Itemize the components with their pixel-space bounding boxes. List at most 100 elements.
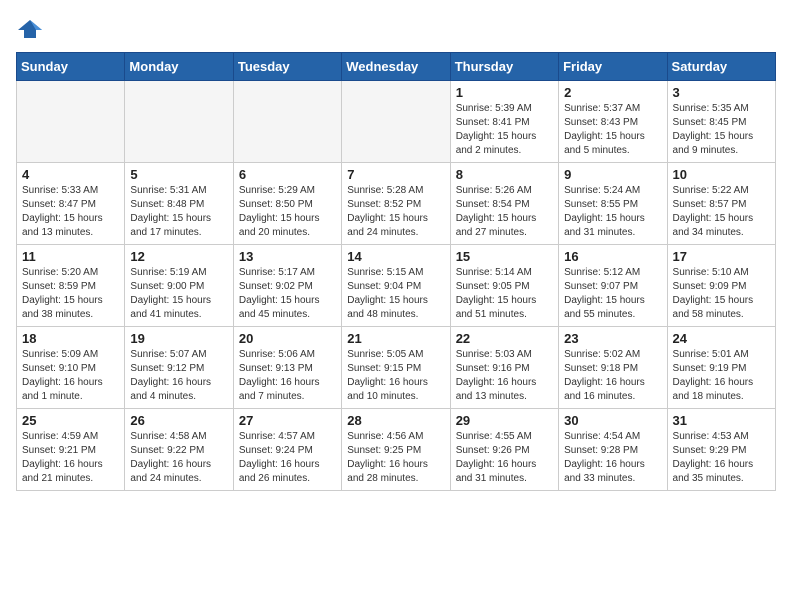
day-info: Sunrise: 5:31 AM Sunset: 8:48 PM Dayligh… (130, 184, 227, 240)
day-number: 28 (347, 413, 444, 428)
calendar-cell: 7 Sunrise: 5:28 AM Sunset: 8:52 PM Daylig… (342, 163, 450, 245)
calendar-cell: 8 Sunrise: 5:26 AM Sunset: 8:54 PM Daylig… (450, 163, 558, 245)
day-number: 1 (456, 85, 553, 100)
calendar-week-1: 1 Sunrise: 5:39 AM Sunset: 8:41 PM Daylig… (17, 81, 776, 163)
day-info: Sunrise: 5:01 AM Sunset: 9:19 PM Dayligh… (673, 348, 770, 404)
day-info: Sunrise: 5:39 AM Sunset: 8:41 PM Dayligh… (456, 102, 553, 158)
day-info: Sunrise: 5:29 AM Sunset: 8:50 PM Dayligh… (239, 184, 336, 240)
calendar-cell: 31 Sunrise: 4:53 AM Sunset: 9:29 PM Dayli… (667, 409, 775, 491)
day-number: 13 (239, 249, 336, 264)
calendar-cell: 5 Sunrise: 5:31 AM Sunset: 8:48 PM Daylig… (125, 163, 233, 245)
day-number: 10 (673, 167, 770, 182)
day-info: Sunrise: 4:58 AM Sunset: 9:22 PM Dayligh… (130, 430, 227, 486)
day-number: 25 (22, 413, 119, 428)
day-info: Sunrise: 5:03 AM Sunset: 9:16 PM Dayligh… (456, 348, 553, 404)
calendar-cell: 17Sunrise: 5:10 AM Sunset: 9:09 PM Dayli… (667, 245, 775, 327)
calendar-cell: 23Sunrise: 5:02 AM Sunset: 9:18 PM Dayli… (559, 327, 667, 409)
day-info: Sunrise: 5:35 AM Sunset: 8:45 PM Dayligh… (673, 102, 770, 158)
calendar-cell: 2 Sunrise: 5:37 AM Sunset: 8:43 PM Daylig… (559, 81, 667, 163)
day-number: 12 (130, 249, 227, 264)
logo (16, 16, 48, 44)
day-info: Sunrise: 4:59 AM Sunset: 9:21 PM Dayligh… (22, 430, 119, 486)
day-info: Sunrise: 5:33 AM Sunset: 8:47 PM Dayligh… (22, 184, 119, 240)
calendar-cell: 22 Sunrise: 5:03 AM Sunset: 9:16 PM Dayli… (450, 327, 558, 409)
day-info: Sunrise: 5:17 AM Sunset: 9:02 PM Dayligh… (239, 266, 336, 322)
day-number: 14 (347, 249, 444, 264)
calendar-cell: 26 Sunrise: 4:58 AM Sunset: 9:22 PM Dayli… (125, 409, 233, 491)
day-info: Sunrise: 4:54 AM Sunset: 9:28 PM Dayligh… (564, 430, 661, 486)
day-info: Sunrise: 5:26 AM Sunset: 8:54 PM Dayligh… (456, 184, 553, 240)
day-number: 20 (239, 331, 336, 346)
day-number: 3 (673, 85, 770, 100)
calendar-cell: 9 Sunrise: 5:24 AM Sunset: 8:55 PM Daylig… (559, 163, 667, 245)
weekday-header-sunday: Sunday (17, 53, 125, 81)
day-number: 21 (347, 331, 444, 346)
day-info: Sunrise: 5:19 AM Sunset: 9:00 PM Dayligh… (130, 266, 227, 322)
day-number: 2 (564, 85, 661, 100)
day-number: 7 (347, 167, 444, 182)
calendar-cell: 24 Sunrise: 5:01 AM Sunset: 9:19 PM Dayli… (667, 327, 775, 409)
day-info: Sunrise: 5:07 AM Sunset: 9:12 PM Dayligh… (130, 348, 227, 404)
logo-icon (16, 16, 44, 44)
calendar-week-3: 11 Sunrise: 5:20 AM Sunset: 8:59 PM Dayli… (17, 245, 776, 327)
calendar-cell: 21 Sunrise: 5:05 AM Sunset: 9:15 PM Dayli… (342, 327, 450, 409)
day-info: Sunrise: 5:37 AM Sunset: 8:43 PM Dayligh… (564, 102, 661, 158)
calendar-cell: 14 Sunrise: 5:15 AM Sunset: 9:04 PM Dayli… (342, 245, 450, 327)
weekday-header-wednesday: Wednesday (342, 53, 450, 81)
calendar-cell: 30 Sunrise: 4:54 AM Sunset: 9:28 PM Dayli… (559, 409, 667, 491)
day-number: 16 (564, 249, 661, 264)
day-number: 4 (22, 167, 119, 182)
weekday-header-row: SundayMondayTuesdayWednesdayThursdayFrid… (17, 53, 776, 81)
calendar-cell: 13 Sunrise: 5:17 AM Sunset: 9:02 PM Dayli… (233, 245, 341, 327)
calendar-week-4: 18 Sunrise: 5:09 AM Sunset: 9:10 PM Dayli… (17, 327, 776, 409)
calendar-table: SundayMondayTuesdayWednesdayThursdayFrid… (16, 52, 776, 491)
calendar-cell: 1 Sunrise: 5:39 AM Sunset: 8:41 PM Daylig… (450, 81, 558, 163)
calendar-cell: 25 Sunrise: 4:59 AM Sunset: 9:21 PM Dayli… (17, 409, 125, 491)
calendar-cell: 18 Sunrise: 5:09 AM Sunset: 9:10 PM Dayli… (17, 327, 125, 409)
calendar-cell (125, 81, 233, 163)
day-info: Sunrise: 5:20 AM Sunset: 8:59 PM Dayligh… (22, 266, 119, 322)
day-info: Sunrise: 4:57 AM Sunset: 9:24 PM Dayligh… (239, 430, 336, 486)
day-info: Sunrise: 5:09 AM Sunset: 9:10 PM Dayligh… (22, 348, 119, 404)
day-number: 26 (130, 413, 227, 428)
day-info: Sunrise: 5:15 AM Sunset: 9:04 PM Dayligh… (347, 266, 444, 322)
day-info: Sunrise: 5:05 AM Sunset: 9:15 PM Dayligh… (347, 348, 444, 404)
day-info: Sunrise: 4:53 AM Sunset: 9:29 PM Dayligh… (673, 430, 770, 486)
day-number: 11 (22, 249, 119, 264)
calendar-cell: 20 Sunrise: 5:06 AM Sunset: 9:13 PM Dayli… (233, 327, 341, 409)
day-info: Sunrise: 5:02 AM Sunset: 9:18 PM Dayligh… (564, 348, 661, 404)
calendar-week-2: 4 Sunrise: 5:33 AM Sunset: 8:47 PM Daylig… (17, 163, 776, 245)
calendar-cell: 6 Sunrise: 5:29 AM Sunset: 8:50 PM Daylig… (233, 163, 341, 245)
calendar-cell: 27 Sunrise: 4:57 AM Sunset: 9:24 PM Dayli… (233, 409, 341, 491)
calendar-cell: 12 Sunrise: 5:19 AM Sunset: 9:00 PM Dayli… (125, 245, 233, 327)
day-number: 17 (673, 249, 770, 264)
day-info: Sunrise: 5:24 AM Sunset: 8:55 PM Dayligh… (564, 184, 661, 240)
day-number: 18 (22, 331, 119, 346)
weekday-header-tuesday: Tuesday (233, 53, 341, 81)
calendar-cell: 29 Sunrise: 4:55 AM Sunset: 9:26 PM Dayli… (450, 409, 558, 491)
day-number: 31 (673, 413, 770, 428)
day-number: 22 (456, 331, 553, 346)
day-number: 8 (456, 167, 553, 182)
calendar-cell: 28Sunrise: 4:56 AM Sunset: 9:25 PM Dayli… (342, 409, 450, 491)
day-info: Sunrise: 4:55 AM Sunset: 9:26 PM Dayligh… (456, 430, 553, 486)
day-number: 5 (130, 167, 227, 182)
day-number: 9 (564, 167, 661, 182)
day-number: 30 (564, 413, 661, 428)
day-number: 24 (673, 331, 770, 346)
weekday-header-saturday: Saturday (667, 53, 775, 81)
day-number: 29 (456, 413, 553, 428)
day-number: 27 (239, 413, 336, 428)
day-info: Sunrise: 5:28 AM Sunset: 8:52 PM Dayligh… (347, 184, 444, 240)
day-info: Sunrise: 5:14 AM Sunset: 9:05 PM Dayligh… (456, 266, 553, 322)
page-header (16, 16, 776, 44)
weekday-header-thursday: Thursday (450, 53, 558, 81)
calendar-cell: 15 Sunrise: 5:14 AM Sunset: 9:05 PM Dayli… (450, 245, 558, 327)
day-info: Sunrise: 5:06 AM Sunset: 9:13 PM Dayligh… (239, 348, 336, 404)
calendar-cell: 19 Sunrise: 5:07 AM Sunset: 9:12 PM Dayli… (125, 327, 233, 409)
calendar-cell: 3 Sunrise: 5:35 AM Sunset: 8:45 PM Daylig… (667, 81, 775, 163)
day-number: 6 (239, 167, 336, 182)
calendar-cell: 11 Sunrise: 5:20 AM Sunset: 8:59 PM Dayli… (17, 245, 125, 327)
day-number: 15 (456, 249, 553, 264)
day-number: 19 (130, 331, 227, 346)
